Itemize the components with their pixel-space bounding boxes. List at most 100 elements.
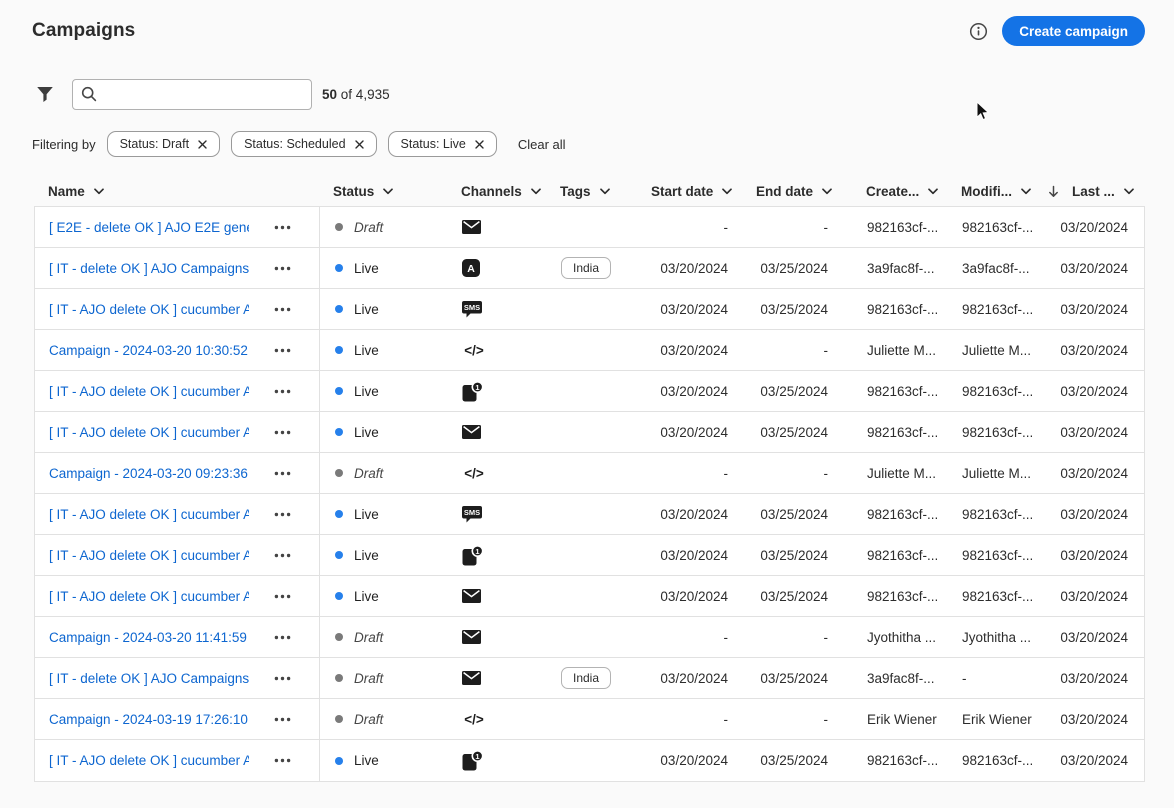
sort-descending-arrow-icon xyxy=(1048,185,1059,198)
more-actions-ellipsis-icon[interactable] xyxy=(271,345,294,356)
table-row: Campaign - 2024-03-19 17:26:10 UT Draft … xyxy=(35,699,1144,740)
status-dot xyxy=(335,510,343,518)
modified-by-cell: Jyothitha ... xyxy=(962,629,1032,645)
last-modified-cell: 03/20/2024 xyxy=(1060,506,1128,522)
status-dot xyxy=(335,428,343,436)
table-header-row: Name Status Channels Tags Start date End date… xyxy=(34,177,1145,206)
tags-cell xyxy=(546,617,641,657)
push-notification-channel-icon: 1 xyxy=(462,750,484,771)
status-cell: Live xyxy=(319,371,446,411)
clear-all-button[interactable]: Clear all xyxy=(518,137,566,152)
filter-chip[interactable]: Status: Draft xyxy=(106,131,221,157)
svg-text:</>: </> xyxy=(464,466,484,481)
more-actions-ellipsis-icon[interactable] xyxy=(271,632,294,643)
create-campaign-button[interactable]: Create campaign xyxy=(1002,16,1145,46)
tag-badge: India xyxy=(561,257,612,279)
end-date-cell: - xyxy=(823,342,829,358)
filter-chip[interactable]: Status: Live xyxy=(387,131,497,157)
status-dot xyxy=(335,551,343,559)
in-app-channel-icon: A xyxy=(462,259,480,277)
tags-cell xyxy=(546,699,641,739)
column-header-end[interactable]: End date xyxy=(737,177,840,206)
column-header-tags[interactable]: Tags xyxy=(545,177,640,206)
info-circle-icon[interactable] xyxy=(967,20,990,43)
more-actions-ellipsis-icon[interactable] xyxy=(271,591,294,602)
end-date-cell: 03/25/2024 xyxy=(760,383,828,399)
email-envelope-channel-icon xyxy=(462,425,481,439)
campaign-name-link[interactable]: [ E2E - delete OK ] AJO E2E generat xyxy=(49,220,249,235)
search-input[interactable] xyxy=(72,79,312,110)
campaign-name-link[interactable]: [ IT - delete OK ] AJO Campaigns Te xyxy=(49,671,249,686)
end-date-cell: 03/25/2024 xyxy=(760,670,828,686)
column-header-start[interactable]: Start date xyxy=(640,177,737,206)
svg-text:1: 1 xyxy=(475,752,479,761)
column-header-status[interactable]: Status xyxy=(318,177,445,206)
more-actions-ellipsis-icon[interactable] xyxy=(271,304,294,315)
status-label: Live xyxy=(354,342,379,358)
channels-cell: 1 xyxy=(446,740,546,781)
end-date-cell: 03/25/2024 xyxy=(760,547,828,563)
close-x-icon[interactable] xyxy=(198,139,207,149)
result-count: 50 of 4,935 xyxy=(322,87,390,102)
campaign-name-link[interactable]: [ IT - AJO delete OK ] cucumber AJ xyxy=(49,302,249,317)
campaign-name-link[interactable]: Campaign - 2024-03-20 09:23:36 U xyxy=(49,466,249,481)
column-header-channels[interactable]: Channels xyxy=(445,177,545,206)
column-header-label: Modifi... xyxy=(961,184,1012,199)
campaign-name-link[interactable]: [ IT - AJO delete OK ] cucumber AJ xyxy=(49,425,249,440)
start-date-cell: 03/20/2024 xyxy=(660,342,728,358)
channels-cell: </> xyxy=(446,453,546,493)
status-label: Draft xyxy=(354,219,384,235)
funnel-icon[interactable] xyxy=(32,82,58,107)
modified-by-cell: 982163cf-... xyxy=(962,506,1034,522)
status-cell: Draft xyxy=(319,658,446,698)
end-date-cell: - xyxy=(823,219,829,235)
result-count-total: of 4,935 xyxy=(340,87,390,102)
campaigns-table: Name Status Channels Tags Start date End date… xyxy=(34,177,1145,782)
campaign-name-link[interactable]: [ IT - AJO delete OK ] cucumber AJ xyxy=(49,507,249,522)
more-actions-ellipsis-icon[interactable] xyxy=(271,427,294,438)
campaign-name-link[interactable]: [ IT - AJO delete OK ] cucumber AJ xyxy=(49,589,249,604)
filter-chips: Status: Draft Status: Scheduled Status: Li… xyxy=(106,131,497,157)
modified-by-cell: 982163cf-... xyxy=(962,301,1034,317)
status-dot xyxy=(335,715,343,723)
created-by-cell: Juliette M... xyxy=(867,465,937,481)
column-header-modified[interactable]: Modifi... xyxy=(950,177,1043,206)
filter-chip-label: Status: Draft xyxy=(119,137,190,151)
status-cell: Live xyxy=(319,289,446,329)
campaign-name-link[interactable]: [ IT - delete OK ] AJO Campaigns Te xyxy=(49,261,249,276)
close-x-icon[interactable] xyxy=(354,139,364,149)
status-label: Live xyxy=(354,547,379,563)
status-dot xyxy=(335,633,343,641)
campaign-name-link[interactable]: [ IT - AJO delete OK ] cucumber AJ xyxy=(49,548,249,563)
status-dot xyxy=(335,223,343,231)
filter-chip[interactable]: Status: Scheduled xyxy=(231,131,377,157)
more-actions-ellipsis-icon[interactable] xyxy=(271,468,294,479)
more-actions-ellipsis-icon[interactable] xyxy=(271,755,294,766)
column-header-name[interactable]: Name xyxy=(34,177,318,206)
created-by-cell: 982163cf-... xyxy=(867,424,939,440)
more-actions-ellipsis-icon[interactable] xyxy=(271,714,294,725)
campaign-name-link[interactable]: Campaign - 2024-03-20 10:30:52 UT xyxy=(49,343,249,358)
status-label: Live xyxy=(354,383,379,399)
status-dot xyxy=(335,264,343,272)
campaign-name-link[interactable]: Campaign - 2024-03-19 17:26:10 UT xyxy=(49,712,249,727)
more-actions-ellipsis-icon[interactable] xyxy=(271,550,294,561)
more-actions-ellipsis-icon[interactable] xyxy=(271,673,294,684)
more-actions-ellipsis-icon[interactable] xyxy=(271,509,294,520)
column-header-created[interactable]: Create... xyxy=(840,177,950,206)
more-actions-ellipsis-icon[interactable] xyxy=(271,263,294,274)
created-by-cell: 982163cf-... xyxy=(867,547,939,563)
svg-text:</>: </> xyxy=(464,712,484,727)
end-date-cell: 03/25/2024 xyxy=(760,424,828,440)
campaign-name-link[interactable]: Campaign - 2024-03-20 11:41:59 UT xyxy=(49,630,249,645)
column-header-last[interactable]: Last ... xyxy=(1043,177,1145,206)
more-actions-ellipsis-icon[interactable] xyxy=(271,386,294,397)
end-date-cell: - xyxy=(823,465,829,481)
campaign-name-link[interactable]: [ IT - AJO delete OK ] cucumber AJ xyxy=(49,753,249,768)
svg-text:A: A xyxy=(467,263,475,275)
close-x-icon[interactable] xyxy=(475,139,484,149)
start-date-cell: - xyxy=(723,629,729,645)
chevron-down-icon xyxy=(1021,188,1031,195)
more-actions-ellipsis-icon[interactable] xyxy=(271,222,294,233)
campaign-name-link[interactable]: [ IT - AJO delete OK ] cucumber AJ xyxy=(49,384,249,399)
